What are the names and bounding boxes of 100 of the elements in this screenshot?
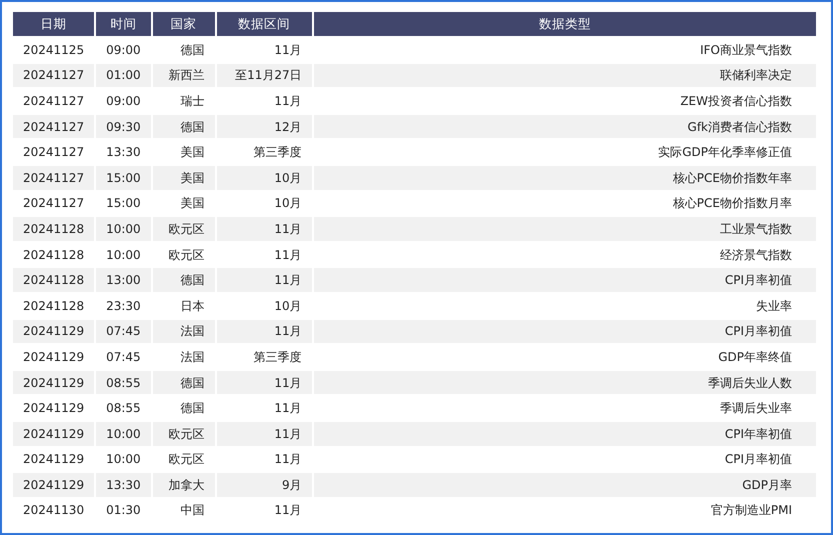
table-cell-text: 核心PCE物价指数月率 (672, 195, 793, 212)
table-cell: 13:00 (96, 268, 151, 292)
table-cell-text: 09:00 (105, 42, 142, 59)
table-cell: GDP月率 (314, 473, 816, 497)
table-cell-text: 20241128 (22, 298, 86, 315)
table-cell-text: 15:00 (105, 195, 142, 212)
table-cell-text: 欧元区 (168, 451, 206, 468)
table-cell-text: 20241128 (22, 246, 86, 264)
table-cell-text: 20241129 (22, 451, 86, 468)
table-cell-text: 德国 (180, 400, 206, 418)
table-cell-text: 11月 (273, 92, 303, 110)
table-cell: CPI月率初值 (314, 320, 816, 344)
table-cell-text: 美国 (180, 195, 206, 212)
table-cell: 法国 (152, 320, 215, 344)
table-cell: Gfk消费者信心指数 (314, 114, 816, 138)
table-cell-text: 11月 (273, 246, 303, 264)
column-header: 时间 (96, 12, 151, 36)
table-cell-text: 中国 (180, 502, 206, 520)
table-cell: 11月 (216, 422, 312, 446)
table-cell-text: 11月 (273, 502, 303, 520)
table-cell-text: 13:30 (105, 144, 142, 162)
table-cell-text: 欧元区 (168, 246, 206, 264)
table-cell-text: 第三季度 (252, 348, 303, 366)
table-cell-text: 11月 (273, 451, 303, 468)
table-cell: 联储利率决定 (314, 64, 816, 88)
table-cell-text: 德国 (180, 42, 206, 59)
table-cell: 季调后失业人数 (314, 370, 816, 394)
table-cell-text: 季调后失业率 (719, 400, 793, 418)
table-cell: 20241127 (13, 64, 94, 88)
table-cell: 10:00 (96, 217, 151, 241)
table-cell-text: 20241127 (22, 92, 86, 110)
table-cell: CPI月率初值 (314, 268, 816, 292)
table-cell-text: 法国 (180, 348, 206, 366)
table-cell: 08:55 (96, 370, 151, 394)
table-cell: CPI年率初值 (314, 422, 816, 446)
table-cell-text: 11月 (273, 400, 303, 418)
table-cell-text: 07:45 (105, 348, 142, 366)
table-cell-text: 20241125 (22, 42, 86, 59)
table-cell: 11月 (216, 268, 312, 292)
table-cell: 20241129 (13, 320, 94, 344)
table-cell: 欧元区 (152, 422, 215, 446)
column-header: 数据区间 (216, 12, 312, 36)
table-cell: 11月 (216, 370, 312, 394)
table-cell: 德国 (152, 114, 215, 138)
table-cell-text: 失业率 (755, 298, 793, 315)
table-cell: 至11月27日 (216, 64, 312, 88)
table-cell-text: 09:00 (105, 92, 142, 110)
table-cell: 核心PCE物价指数年率 (314, 166, 816, 190)
table-cell: 美国 (152, 166, 215, 190)
table-cell: 20241129 (13, 422, 94, 446)
table-cell-text: 20241127 (22, 195, 86, 212)
table-cell-text: GDP年率终值 (717, 348, 793, 366)
table-cell: 10:00 (96, 422, 151, 446)
table-cell: 10月 (216, 166, 312, 190)
table-cell-text: 20241130 (22, 502, 86, 520)
table-cell-text: 20241129 (22, 400, 86, 418)
table-cell: 12月 (216, 114, 312, 138)
column-header: 国家 (152, 12, 215, 36)
table-cell: 20241128 (13, 217, 94, 241)
table-cell: 新西兰 (152, 64, 215, 88)
table-cell: 11月 (216, 320, 312, 344)
table-cell: 20241127 (13, 166, 94, 190)
table-cell-text: 美国 (180, 144, 206, 162)
table-cell-text: 经济景气指数 (719, 246, 793, 264)
table-cell-text: 11月 (273, 42, 303, 59)
column-header: 数据类型 (314, 12, 816, 36)
table-cell-text: 第三季度 (252, 144, 303, 162)
table-cell-text: ZEW投资者信心指数 (679, 92, 793, 110)
column-header: 日期 (13, 12, 94, 36)
table-cell: 欧元区 (152, 217, 215, 241)
table-cell: 07:45 (96, 320, 151, 344)
table-cell: 加拿大 (152, 473, 215, 497)
table-cell-text: IFO商业景气指数 (699, 42, 793, 59)
table-cell-text: 日本 (180, 298, 206, 315)
table-cell-text: 10月 (273, 298, 303, 315)
table-cell: 01:00 (96, 64, 151, 88)
table-cell: 20241129 (13, 370, 94, 394)
table-cell-text: 10:00 (105, 451, 142, 468)
table-cell: 20241129 (13, 473, 94, 497)
table-cell-text: 10月 (273, 195, 303, 212)
table-cell-text: 瑞士 (180, 92, 206, 110)
table-cell: 15:00 (96, 166, 151, 190)
table-cell-text: 08:55 (105, 400, 142, 418)
table-cell: 11月 (216, 217, 312, 241)
table-cell-text: CPI月率初值 (724, 451, 793, 468)
table-cell: 20241127 (13, 114, 94, 138)
table-cell: 工业景气指数 (314, 217, 816, 241)
table-cell: 9月 (216, 473, 312, 497)
table-cell: 德国 (152, 268, 215, 292)
table-cell-text: 官方制造业PMI (710, 502, 793, 520)
table-cell-text: 20241127 (22, 144, 86, 162)
table-cell-text: 23:30 (105, 298, 142, 315)
table-cell: 20241128 (13, 268, 94, 292)
table-cell: 德国 (152, 370, 215, 394)
table-cell-text: 实际GDP年化季率修正值 (657, 144, 793, 162)
table-cell-text: 20241129 (22, 348, 86, 366)
table-cell: 09:30 (96, 114, 151, 138)
table-cell-text: 10:00 (105, 246, 142, 264)
table-cell: 13:30 (96, 473, 151, 497)
table-cell-text: 01:30 (105, 502, 142, 520)
